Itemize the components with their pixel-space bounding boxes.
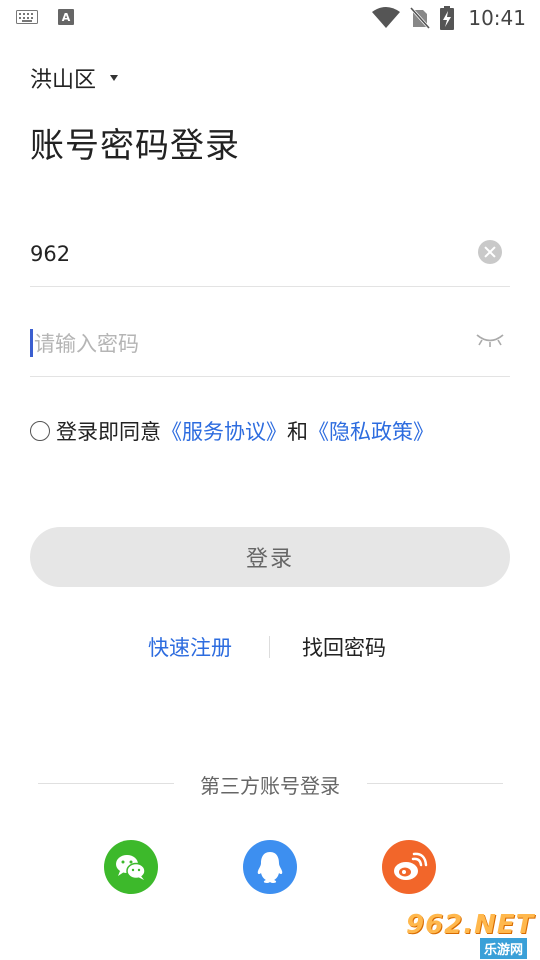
third-party-label: 第三方账号登录 xyxy=(200,774,340,798)
terms-link[interactable]: 《服务协议》 xyxy=(161,416,287,446)
wechat-icon xyxy=(116,855,146,880)
page-title: 账号密码登录 xyxy=(30,126,240,166)
auth-links: 快速注册 找回密码 xyxy=(0,632,540,664)
caret-down-icon xyxy=(110,75,119,81)
password-input[interactable] xyxy=(34,324,464,364)
divider-right xyxy=(367,783,503,784)
watermark-logo: 962.NET 乐游网 xyxy=(402,910,535,959)
agreement-row: 登录即同意 《服务协议》 和 《隐私政策》 xyxy=(30,416,434,446)
account-input[interactable] xyxy=(30,234,460,274)
battery-charging-icon xyxy=(440,6,455,30)
links-divider xyxy=(269,636,270,658)
password-field xyxy=(30,316,510,377)
account-field xyxy=(30,226,510,287)
keyboard-icon xyxy=(16,10,38,24)
eye-closed-icon[interactable] xyxy=(474,332,506,348)
region-label: 洪山区 xyxy=(30,68,97,93)
privacy-link[interactable]: 《隐私政策》 xyxy=(308,416,434,446)
wechat-login-button[interactable] xyxy=(104,840,158,894)
no-sim-icon xyxy=(410,7,431,29)
wifi-icon xyxy=(372,7,401,28)
watermark-brand: 962.NET xyxy=(406,910,535,940)
a-icon: A xyxy=(58,9,74,25)
third-party-header: 第三方账号登录 xyxy=(0,770,540,800)
agree-and: 和 xyxy=(287,420,308,444)
agree-checkbox[interactable] xyxy=(30,421,50,441)
clock: 10:41 xyxy=(468,6,526,30)
qq-icon xyxy=(257,852,283,883)
forgot-password-link[interactable]: 找回密码 xyxy=(302,632,386,662)
status-bar: A 10:41 xyxy=(0,0,540,36)
register-link[interactable]: 快速注册 xyxy=(148,632,232,662)
qq-login-button[interactable] xyxy=(243,840,297,894)
region-selector[interactable]: 洪山区 xyxy=(30,62,119,94)
login-button[interactable]: 登录 xyxy=(30,527,510,587)
agree-prefix: 登录即同意 xyxy=(56,420,161,444)
watermark-site: 乐游网 xyxy=(480,938,528,959)
clear-icon[interactable] xyxy=(478,240,502,264)
text-cursor xyxy=(30,329,33,357)
weibo-icon xyxy=(394,852,428,880)
weibo-login-button[interactable] xyxy=(382,840,436,894)
